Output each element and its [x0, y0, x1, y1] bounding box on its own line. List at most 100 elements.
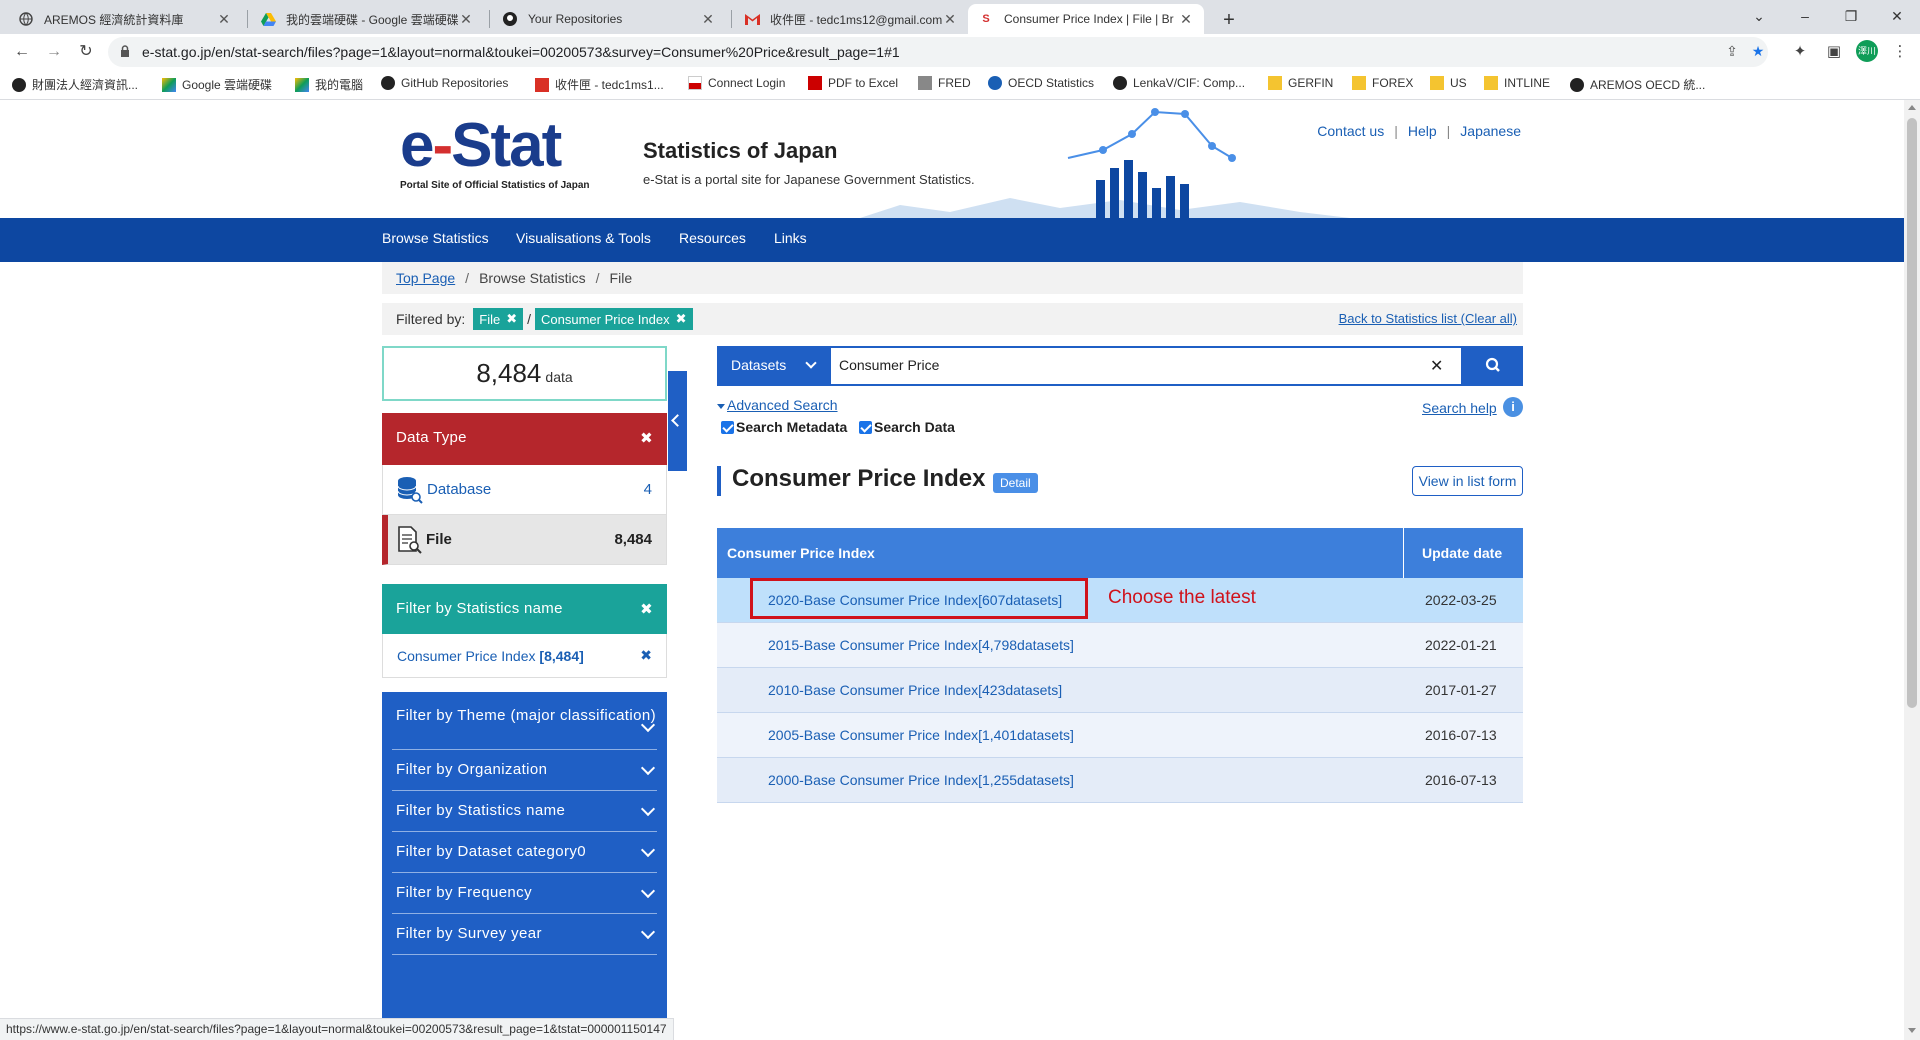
help-link[interactable]: Help: [1408, 123, 1437, 139]
search-scope-select[interactable]: Datasets: [717, 346, 829, 386]
bookmark-folder[interactable]: FOREX: [1352, 76, 1413, 90]
remove-icon[interactable]: ✖: [506, 311, 517, 327]
close-tab-icon[interactable]: ✕: [216, 11, 232, 28]
search-metadata-checkbox[interactable]: Search Metadata: [721, 419, 847, 435]
close-tab-icon[interactable]: ✕: [1178, 11, 1194, 28]
close-tab-icon[interactable]: ✕: [700, 11, 716, 28]
close-tab-icon[interactable]: ✕: [458, 11, 474, 28]
bookmark-item[interactable]: 財團法人經濟資訊...: [12, 76, 138, 93]
chevron-down-icon: [805, 357, 817, 369]
clear-filter-icon[interactable]: ✖: [640, 429, 653, 447]
bookmark-item[interactable]: OECD Statistics: [988, 76, 1094, 90]
search-button[interactable]: [1463, 346, 1523, 386]
filter-theme[interactable]: Filter by Theme (major classification): [392, 702, 657, 750]
detail-button[interactable]: Detail: [993, 473, 1038, 493]
back-button[interactable]: ←: [10, 40, 34, 64]
filter-chip-file[interactable]: File ✖: [473, 308, 524, 330]
breadcrumb-top-page[interactable]: Top Page: [396, 270, 455, 286]
clear-search-icon[interactable]: ✕: [1430, 356, 1443, 376]
filter-statistics-name[interactable]: Filter by Statistics name: [392, 791, 657, 832]
restore-button[interactable]: ❐: [1828, 0, 1874, 34]
bookmark-star-icon[interactable]: ★: [1748, 43, 1768, 61]
bookmark-item[interactable]: GitHub Repositories: [381, 76, 508, 90]
filter-frequency[interactable]: Filter by Frequency: [392, 873, 657, 914]
new-tab-button[interactable]: +: [1215, 6, 1243, 34]
clear-filter-icon[interactable]: ✖: [640, 600, 653, 618]
remove-icon[interactable]: ✖: [640, 647, 652, 664]
tab-gmail[interactable]: 收件匣 - tedc1ms12@gmail.com ✕: [734, 4, 968, 34]
bookmark-item[interactable]: AREMOS OECD 統...: [1570, 76, 1705, 93]
close-window-button[interactable]: ✕: [1874, 0, 1920, 34]
estat-logo[interactable]: e-Stat: [400, 110, 562, 181]
back-to-statistics-link[interactable]: Back to Statistics list (Clear all): [1339, 311, 1517, 326]
nav-links[interactable]: Links: [774, 230, 807, 246]
filter-chip-cpi[interactable]: Consumer Price Index ✖: [535, 308, 693, 330]
tab-title: 我的雲端硬碟 - Google 雲端硬碟: [286, 12, 458, 27]
lock-icon[interactable]: [120, 45, 130, 57]
data-type-database[interactable]: Database 4: [382, 465, 667, 515]
dataset-link[interactable]: 2000-Base Consumer Price Index[1,255data…: [768, 772, 1074, 788]
nav-browse-statistics[interactable]: Browse Statistics: [382, 230, 489, 246]
bookmark-item[interactable]: 我的電腦: [295, 76, 363, 93]
dataset-link[interactable]: 2010-Base Consumer Price Index[423datase…: [768, 682, 1062, 698]
page-scrollbar[interactable]: [1904, 100, 1920, 1040]
japanese-link[interactable]: Japanese: [1460, 123, 1521, 139]
update-date: 2022-03-25: [1425, 592, 1497, 608]
search-data-checkbox[interactable]: Search Data: [859, 419, 955, 435]
nav-visualisations-tools[interactable]: Visualisations & Tools: [516, 230, 651, 246]
dataset-link[interactable]: 2015-Base Consumer Price Index[4,798data…: [768, 637, 1074, 653]
tab-estat-active[interactable]: S Consumer Price Index | File | Br ✕: [968, 4, 1204, 34]
dataset-link[interactable]: 2005-Base Consumer Price Index[1,401data…: [768, 727, 1074, 743]
checkbox-checked[interactable]: [859, 420, 872, 434]
update-date: 2022-01-21: [1425, 637, 1497, 653]
filter-organization[interactable]: Filter by Organization: [392, 750, 657, 791]
bookmark-folder[interactable]: INTLINE: [1484, 76, 1550, 90]
data-type-header[interactable]: Data Type ✖: [382, 413, 667, 465]
bookmark-item[interactable]: LenkaV/CIF: Comp...: [1113, 76, 1245, 90]
contact-us-link[interactable]: Contact us: [1317, 123, 1384, 139]
bookmark-item[interactable]: Google 雲端硬碟: [162, 76, 272, 93]
scroll-down-icon[interactable]: [1908, 1028, 1916, 1033]
side-panel-icon[interactable]: ▣: [1822, 40, 1846, 64]
filter-survey-year[interactable]: Filter by Survey year: [392, 914, 657, 955]
tab-search-button[interactable]: ⌄: [1736, 0, 1782, 34]
bookmark-item[interactable]: FRED: [918, 76, 971, 90]
menu-icon[interactable]: ⋮: [1888, 40, 1912, 64]
bookmark-item[interactable]: 收件匣 - tedc1ms1...: [535, 76, 664, 93]
scroll-up-icon[interactable]: [1908, 105, 1916, 110]
filter-statistics-name-item[interactable]: Consumer Price Index [8,484] ✖: [382, 634, 667, 678]
scrollbar-thumb[interactable]: [1907, 118, 1917, 708]
file-search-icon: [398, 525, 422, 554]
filter-statistics-name-header[interactable]: Filter by Statistics name ✖: [382, 584, 667, 634]
bookmark-folder[interactable]: US: [1430, 76, 1467, 90]
result-count: 8,484 data: [382, 346, 667, 401]
extensions-icon[interactable]: ✦: [1788, 40, 1812, 64]
data-type-file[interactable]: File 8,484: [382, 515, 667, 565]
bookmark-folder[interactable]: GERFIN: [1268, 76, 1333, 90]
collapse-sidebar-button[interactable]: [668, 371, 687, 471]
url-field[interactable]: e-stat.go.jp/en/stat-search/files?page=1…: [108, 37, 1768, 67]
tab-aremos[interactable]: AREMOS 經濟統計資料庫 ✕: [8, 4, 242, 34]
nav-resources[interactable]: Resources: [679, 230, 746, 246]
checkbox-checked[interactable]: [721, 420, 734, 434]
tab-google-drive[interactable]: 我的雲端硬碟 - Google 雲端硬碟 ✕: [250, 4, 484, 34]
profile-avatar[interactable]: 澤川: [1856, 40, 1878, 62]
search-input[interactable]: Consumer Price: [829, 346, 1463, 386]
advanced-search-link[interactable]: Advanced Search: [717, 397, 838, 413]
share-icon[interactable]: ⇪: [1722, 43, 1742, 61]
search-help-link[interactable]: Search help: [1422, 400, 1497, 416]
close-tab-icon[interactable]: ✕: [942, 11, 958, 28]
remove-icon[interactable]: ✖: [676, 311, 687, 327]
filtered-by-label: Filtered by:: [396, 311, 466, 327]
filter-dataset-category[interactable]: Filter by Dataset category0: [392, 832, 657, 873]
minimize-button[interactable]: –: [1782, 0, 1828, 34]
result-count-number: 8,484: [476, 358, 542, 388]
tab-github[interactable]: Your Repositories ✕: [492, 4, 726, 34]
info-icon[interactable]: i: [1503, 397, 1523, 417]
bookmarks-bar: 財團法人經濟資訊... Google 雲端硬碟 我的電腦 GitHub Repo…: [0, 70, 1920, 100]
bookmark-item[interactable]: Connect Login: [688, 76, 785, 90]
bookmark-item[interactable]: PDF to Excel: [808, 76, 898, 90]
forward-button[interactable]: →: [42, 40, 66, 64]
view-in-list-form-button[interactable]: View in list form: [1412, 466, 1523, 496]
reload-button[interactable]: ↻: [74, 40, 98, 64]
